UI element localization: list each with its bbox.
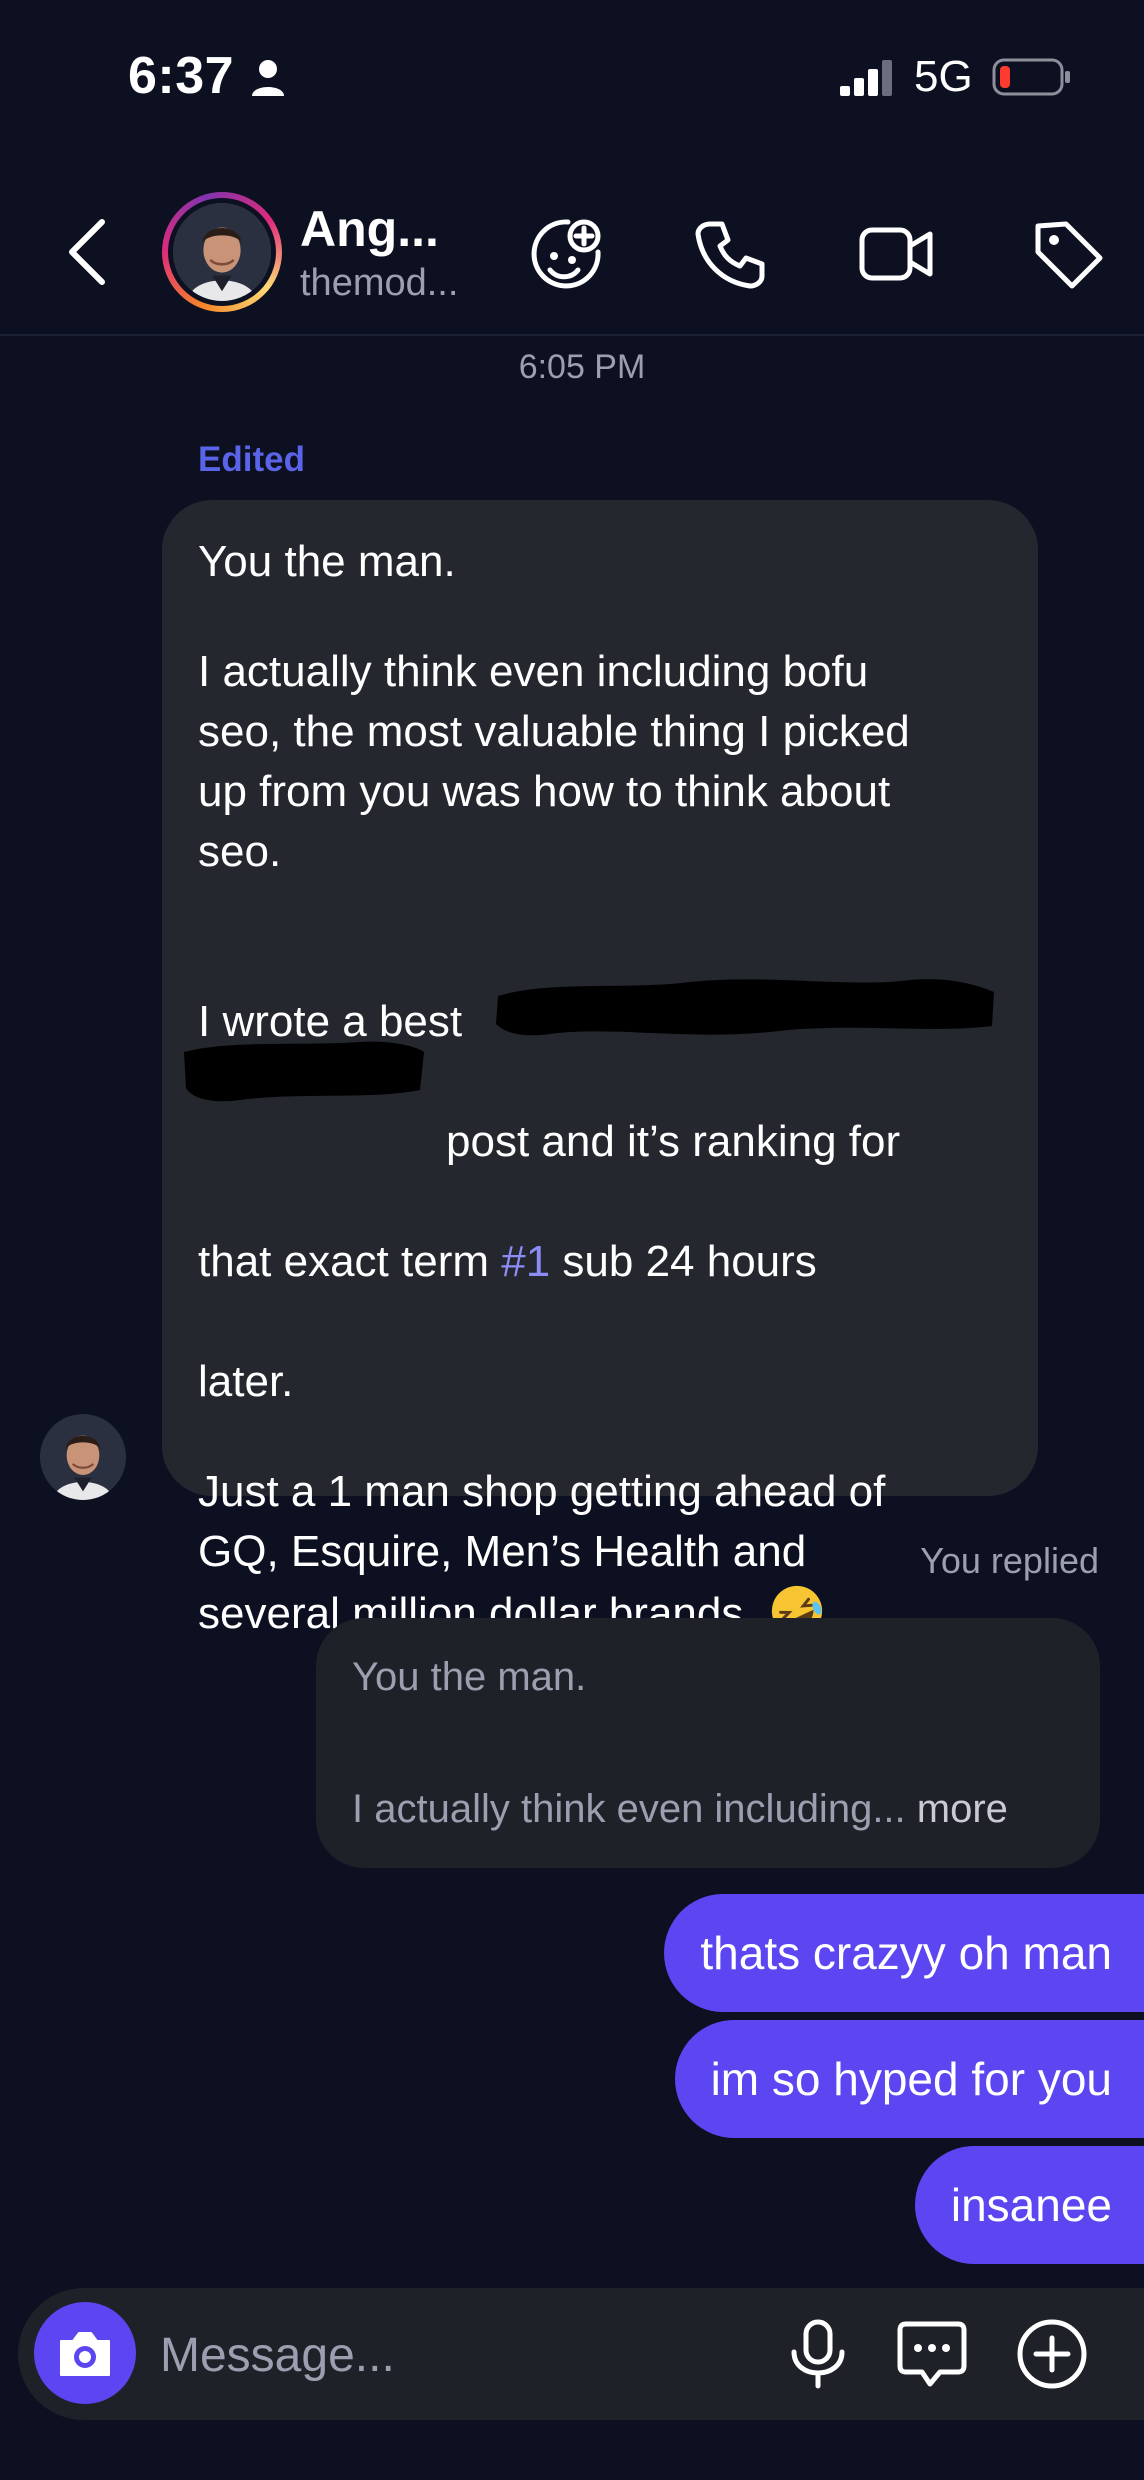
battery-icon <box>992 58 1070 96</box>
avatar-image <box>173 203 271 301</box>
status-time: 6:37 <box>128 47 235 105</box>
contact-handle[interactable]: themod... <box>300 262 458 305</box>
header-divider <box>0 334 1144 336</box>
camera-icon <box>60 2332 110 2376</box>
microphone-icon[interactable] <box>782 2318 854 2390</box>
message-text: post and it’s ranking for <box>446 1117 901 1166</box>
sender-avatar[interactable] <box>40 1414 126 1500</box>
chat-sticker-icon[interactable] <box>896 2318 968 2390</box>
outgoing-message-bubble[interactable]: insanee <box>914 2146 1144 2264</box>
reply-preview-text: I actually think even including... more <box>352 1784 1066 1834</box>
redaction-mark <box>184 1041 424 1102</box>
message-paragraph: I actually think even including bofu seo… <box>198 647 910 876</box>
redaction-mark <box>496 979 994 1036</box>
plus-icon[interactable] <box>1016 2318 1088 2390</box>
signal-icon <box>840 60 892 96</box>
contact-avatar[interactable] <box>162 192 282 312</box>
back-icon[interactable] <box>62 214 114 290</box>
more-link[interactable]: more <box>906 1787 1008 1831</box>
message-timestamp: 6:05 PM <box>518 348 646 386</box>
sticker-icon[interactable] <box>528 216 604 292</box>
network-type: 5G <box>914 52 973 101</box>
outgoing-message-bubble[interactable]: thats crazyy oh man <box>664 1894 1144 2012</box>
message-text: sub 24 hours <box>550 1237 817 1286</box>
message-text: later. <box>198 1357 294 1406</box>
reply-preview[interactable]: You the man. I actually think even inclu… <box>316 1618 1100 1868</box>
tag-icon[interactable] <box>1030 216 1106 292</box>
phone-icon[interactable] <box>692 216 768 292</box>
hashtag-link[interactable]: #1 <box>501 1237 550 1286</box>
outgoing-message-bubble[interactable]: im so hyped for you <box>674 2020 1144 2138</box>
reply-preview-snippet: I actually think even including... <box>352 1787 906 1831</box>
video-icon[interactable] <box>858 216 934 292</box>
message-input[interactable] <box>160 2320 760 2390</box>
you-replied-label: You replied <box>920 1540 1099 1581</box>
camera-button[interactable] <box>34 2302 136 2404</box>
person-icon <box>252 60 284 96</box>
contact-name[interactable]: Ang... <box>300 200 439 258</box>
message-paragraph: You the man. <box>198 537 456 586</box>
edited-label: Edited <box>198 440 305 479</box>
reply-preview-text: You the man. <box>352 1655 587 1699</box>
message-text: that exact term <box>198 1237 502 1286</box>
message-paragraph: Just a 1 man shop getting ahead of GQ, E… <box>198 1462 1002 1644</box>
